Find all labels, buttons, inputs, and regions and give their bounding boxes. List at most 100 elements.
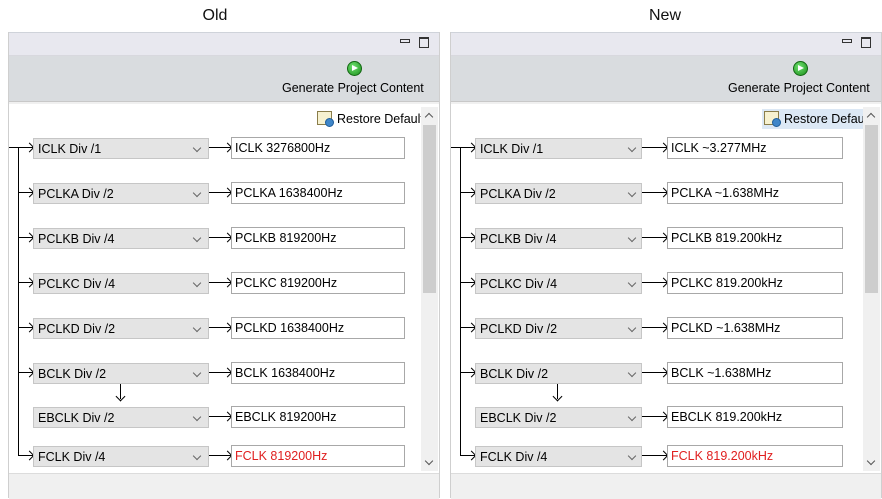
iclk-frequency-output: ICLK ~3.277MHz <box>667 137 843 159</box>
pclkc-frequency-output: PCLKC 819.200kHz <box>667 272 843 294</box>
generate-play-icon[interactable] <box>347 61 362 76</box>
scroll-down-icon[interactable] <box>424 456 434 466</box>
pclka-divider-select[interactable]: PCLKA Div /2 <box>475 183 642 204</box>
output-label: BCLK 1638400Hz <box>235 366 336 380</box>
pclkd-divider-select[interactable]: PCLKD Div /2 <box>33 318 209 339</box>
ebclk-divider-select[interactable]: EBCLK Div /2 <box>33 407 209 428</box>
scrollbar-thumb[interactable] <box>423 125 436 293</box>
chevron-down-icon <box>192 143 202 153</box>
restore-defaults-button[interactable]: Restore Defaults <box>315 109 433 129</box>
clock-source-line <box>18 147 19 455</box>
generate-toolbar: Generate Project Content <box>9 56 439 102</box>
generate-play-icon[interactable] <box>793 61 808 76</box>
ebclk-frequency-output: EBCLK 819.200kHz <box>667 406 843 428</box>
iclk-divider-select[interactable]: ICLK Div /1 <box>475 138 642 159</box>
scroll-up-icon[interactable] <box>424 112 434 122</box>
pclkd-frequency-output: PCLKD 1638400Hz <box>231 317 405 339</box>
select-label: BCLK Div /2 <box>38 367 107 381</box>
select-label: ICLK Div /1 <box>480 142 544 156</box>
pclkd-divider-select[interactable]: PCLKD Div /2 <box>475 318 642 339</box>
chevron-down-icon <box>192 412 202 422</box>
output-label: ICLK ~3.277MHz <box>671 141 767 155</box>
output-label: PCLKD ~1.638MHz <box>671 321 781 335</box>
scrollbar-thumb[interactable] <box>865 125 878 293</box>
output-label: PCLKC 819200Hz <box>235 276 338 290</box>
output-label: PCLKA 1638400Hz <box>235 186 343 200</box>
fclk-divider-select[interactable]: FCLK Div /4 <box>475 446 642 467</box>
generate-project-content-button[interactable]: Generate Project Content <box>728 81 870 95</box>
bclk-frequency-output: BCLK 1638400Hz <box>231 362 405 384</box>
chevron-down-icon <box>627 188 637 198</box>
select-label: EBCLK Div /2 <box>480 411 557 425</box>
fclk-divider-select[interactable]: FCLK Div /4 <box>33 446 209 467</box>
clocks-content: Restore Defaults ICLK Div /1 ICLK 327680… <box>9 104 439 473</box>
select-label: FCLK Div /4 <box>38 450 106 464</box>
output-label: PCLKB 819.200kHz <box>671 231 783 245</box>
maximize-icon[interactable] <box>418 36 430 48</box>
ebclk-frequency-output: EBCLK 819200Hz <box>231 406 405 428</box>
restore-defaults-label: Restore Defaults <box>337 112 431 126</box>
restore-defaults-icon <box>764 111 781 127</box>
select-label: PCLKA Div /2 <box>38 187 114 201</box>
select-label: PCLKC Div /4 <box>480 277 558 291</box>
scroll-down-icon[interactable] <box>866 456 876 466</box>
pclkb-divider-select[interactable]: PCLKB Div /4 <box>33 228 209 249</box>
chevron-down-icon <box>627 278 637 288</box>
panel-titlebar <box>451 32 881 56</box>
output-label: EBCLK 819.200kHz <box>671 410 783 424</box>
pclka-frequency-output: PCLKA 1638400Hz <box>231 182 405 204</box>
select-label: ICLK Div /1 <box>38 142 102 156</box>
chevron-down-icon <box>192 278 202 288</box>
clock-source-input-line <box>451 147 460 148</box>
old-clocks-panel: Generate Project Content Restore Default… <box>8 32 440 499</box>
output-label: ICLK 3276800Hz <box>235 141 331 155</box>
pclkc-divider-select[interactable]: PCLKC Div /4 <box>33 273 209 294</box>
vertical-scrollbar[interactable] <box>421 107 438 471</box>
iclk-frequency-output: ICLK 3276800Hz <box>231 137 405 159</box>
clock-source-input-line <box>9 147 18 148</box>
bclk-divider-select[interactable]: BCLK Div /2 <box>475 363 642 384</box>
maximize-icon[interactable] <box>860 36 872 48</box>
output-label: EBCLK 819200Hz <box>235 410 337 424</box>
arrow-head-down <box>115 391 126 402</box>
chevron-down-icon <box>192 368 202 378</box>
scroll-up-icon[interactable] <box>866 112 876 122</box>
pclkc-divider-select[interactable]: PCLKC Div /4 <box>475 273 642 294</box>
clock-source-line <box>460 147 461 455</box>
pclka-divider-select[interactable]: PCLKA Div /2 <box>33 183 209 204</box>
bclk-divider-select[interactable]: BCLK Div /2 <box>33 363 209 384</box>
vertical-scrollbar[interactable] <box>863 107 880 471</box>
status-bar <box>9 473 439 499</box>
select-label: PCLKB Div /4 <box>38 232 115 246</box>
ebclk-divider-select[interactable]: EBCLK Div /2 <box>475 407 642 428</box>
output-label: PCLKA ~1.638MHz <box>671 186 780 200</box>
pclkb-frequency-output: PCLKB 819.200kHz <box>667 227 843 249</box>
minimize-icon[interactable] <box>399 36 411 48</box>
select-label: PCLKA Div /2 <box>480 187 556 201</box>
output-label: PCLKD 1638400Hz <box>235 321 345 335</box>
status-bar <box>451 473 881 499</box>
new-heading: New <box>648 7 681 24</box>
chevron-down-icon <box>192 451 202 461</box>
clocks-content: Restore Defaults ICLK Div /1 ICLK ~3.277… <box>451 104 881 473</box>
fclk-frequency-output: FCLK 819.200kHz <box>667 445 843 467</box>
iclk-divider-select[interactable]: ICLK Div /1 <box>33 138 209 159</box>
select-label: PCLKD Div /2 <box>38 322 116 336</box>
chevron-down-icon <box>192 188 202 198</box>
select-label: PCLKC Div /4 <box>38 277 116 291</box>
chevron-down-icon <box>627 451 637 461</box>
chevron-down-icon <box>627 233 637 243</box>
select-label: PCLKB Div /4 <box>480 232 557 246</box>
fclk-frequency-output: FCLK 819200Hz <box>231 445 405 467</box>
panel-titlebar <box>9 32 439 56</box>
pclkb-divider-select[interactable]: PCLKB Div /4 <box>475 228 642 249</box>
chevron-down-icon <box>627 368 637 378</box>
select-label: BCLK Div /2 <box>480 367 549 381</box>
output-label-error: FCLK 819.200kHz <box>671 449 774 463</box>
pclkb-frequency-output: PCLKB 819200Hz <box>231 227 405 249</box>
chevron-down-icon <box>627 412 637 422</box>
arrow-head-down <box>552 391 563 402</box>
restore-defaults-icon <box>317 111 334 127</box>
generate-project-content-button[interactable]: Generate Project Content <box>282 81 424 95</box>
minimize-icon[interactable] <box>841 36 853 48</box>
